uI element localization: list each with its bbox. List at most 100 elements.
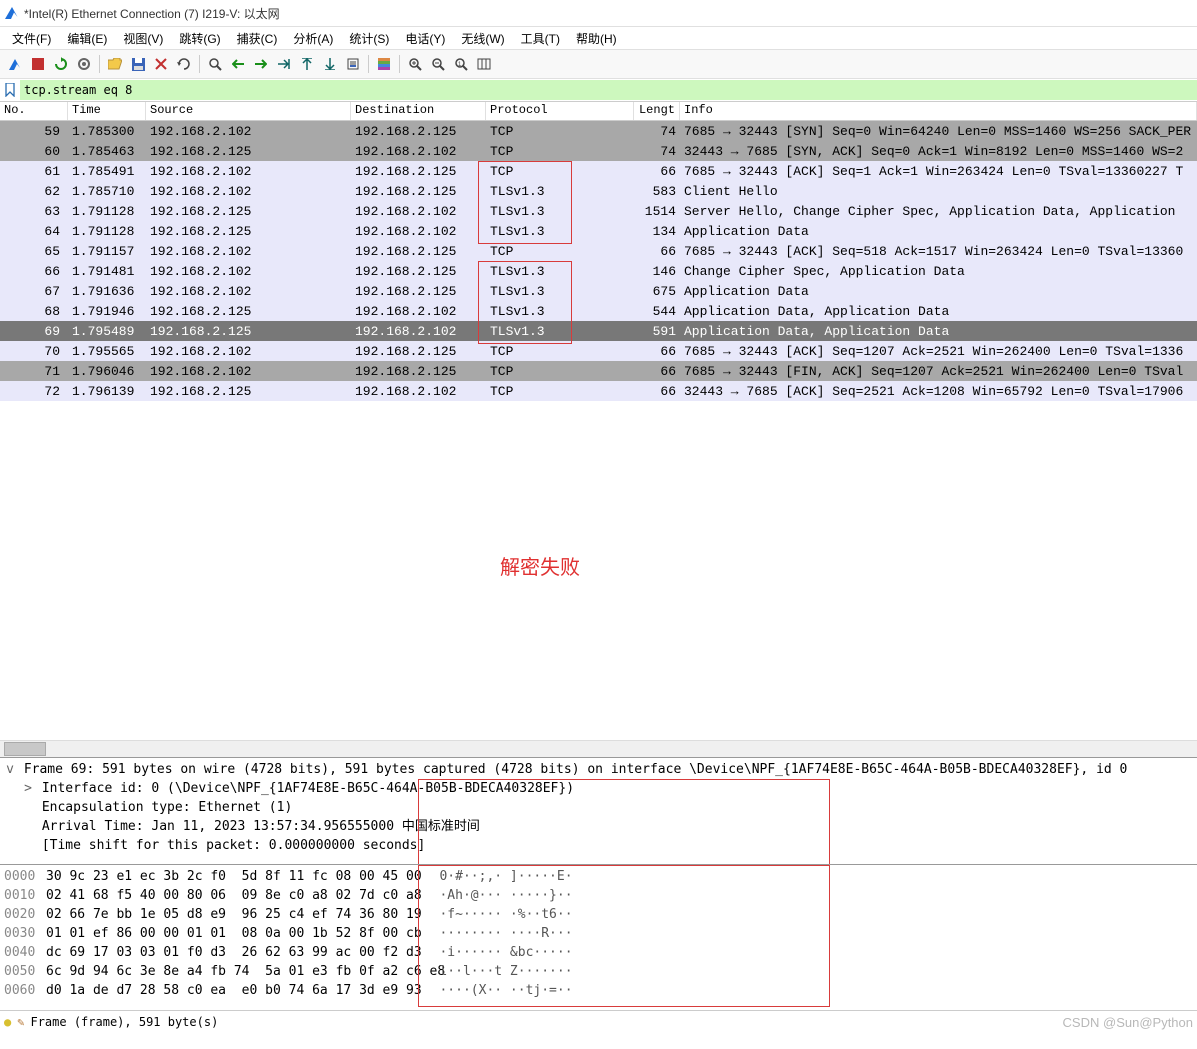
stop-capture-button[interactable] [27, 53, 49, 75]
goto-packet-button[interactable] [273, 53, 295, 75]
packet-row[interactable]: 711.796046192.168.2.102192.168.2.125TCP6… [0, 361, 1197, 381]
col-destination[interactable]: Destination [351, 102, 486, 120]
cell-time: 1.795565 [68, 344, 146, 359]
horizontal-scrollbar[interactable] [0, 740, 1197, 757]
app-icon [4, 5, 20, 21]
toolbar-separator [99, 55, 100, 73]
packet-row[interactable]: 661.791481192.168.2.102192.168.2.125TLSv… [0, 261, 1197, 281]
cell-no: 63 [0, 204, 68, 219]
packet-row[interactable]: 691.795489192.168.2.125192.168.2.102TLSv… [0, 321, 1197, 341]
cell-proto: TLSv1.3 [486, 264, 634, 279]
resize-columns-button[interactable] [473, 53, 495, 75]
status-text: Frame (frame), 591 byte(s) [30, 1015, 218, 1029]
colorize-button[interactable] [373, 53, 395, 75]
packet-row[interactable]: 681.791946192.168.2.125192.168.2.102TLSv… [0, 301, 1197, 321]
cell-info: 32443 → 7685 [SYN, ACK] Seq=0 Ack=1 Win=… [680, 144, 1197, 159]
cell-len: 134 [634, 224, 680, 239]
packet-row[interactable]: 641.791128192.168.2.125192.168.2.102TLSv… [0, 221, 1197, 241]
capture-options-button[interactable] [73, 53, 95, 75]
col-no[interactable]: No. [0, 102, 68, 120]
cell-info: Application Data [680, 284, 1197, 299]
menu-item[interactable]: 电话(Y) [397, 28, 453, 49]
close-file-button[interactable] [150, 53, 172, 75]
auto-scroll-button[interactable] [342, 53, 364, 75]
cell-dst: 192.168.2.125 [351, 164, 486, 179]
cell-info: 7685 → 32443 [ACK] Seq=518 Ack=1517 Win=… [680, 244, 1197, 259]
packet-row[interactable]: 651.791157192.168.2.102192.168.2.125TCP6… [0, 241, 1197, 261]
packet-row[interactable]: 721.796139192.168.2.125192.168.2.102TCP6… [0, 381, 1197, 401]
packet-row[interactable]: 621.785710192.168.2.102192.168.2.125TLSv… [0, 181, 1197, 201]
packet-row[interactable]: 601.785463192.168.2.125192.168.2.102TCP7… [0, 141, 1197, 161]
detail-line[interactable]: [Time shift for this packet: 0.000000000… [4, 836, 1193, 855]
save-file-button[interactable] [127, 53, 149, 75]
menu-item[interactable]: 跳转(G) [171, 28, 228, 49]
first-packet-button[interactable] [296, 53, 318, 75]
cell-src: 192.168.2.102 [146, 264, 351, 279]
packet-row[interactable]: 631.791128192.168.2.125192.168.2.102TLSv… [0, 201, 1197, 221]
hex-row[interactable]: 0040dc 69 17 03 03 01 f0 d3 26 62 63 99 … [4, 943, 1193, 962]
open-file-button[interactable] [104, 53, 126, 75]
packet-row[interactable]: 591.785300192.168.2.102192.168.2.125TCP7… [0, 121, 1197, 141]
next-packet-button[interactable] [250, 53, 272, 75]
cell-time: 1.791946 [68, 304, 146, 319]
cell-proto: TLSv1.3 [486, 304, 634, 319]
menu-item[interactable]: 无线(W) [453, 28, 512, 49]
hex-row[interactable]: 000030 9c 23 e1 ec 3b 2c f0 5d 8f 11 fc … [4, 867, 1193, 886]
hex-row[interactable]: 003001 01 ef 86 00 00 01 01 08 0a 00 1b … [4, 924, 1193, 943]
last-packet-button[interactable] [319, 53, 341, 75]
detail-line[interactable]: Arrival Time: Jan 11, 2023 13:57:34.9565… [4, 817, 1193, 836]
zoom-reset-button[interactable]: 1 [450, 53, 472, 75]
scrollbar-thumb[interactable] [4, 742, 46, 756]
expand-icon[interactable]: v [4, 760, 16, 779]
start-capture-button[interactable] [4, 53, 26, 75]
hex-bytes: 6c 9d 94 6c 3e 8e a4 fb 74 5a 01 e3 fb 0… [46, 962, 416, 981]
col-protocol[interactable]: Protocol [486, 102, 634, 120]
detail-line[interactable]: > Interface id: 0 (\Device\NPF_{1AF74E8E… [4, 779, 1193, 798]
cell-len: 1514 [634, 204, 680, 219]
menu-item[interactable]: 捕获(C) [229, 28, 286, 49]
menu-item[interactable]: 统计(S) [341, 28, 397, 49]
expert-info-icon[interactable]: ● [4, 1015, 11, 1029]
cell-len: 74 [634, 144, 680, 159]
col-time[interactable]: Time [68, 102, 146, 120]
cell-time: 1.785300 [68, 124, 146, 139]
cell-len: 675 [634, 284, 680, 299]
col-info[interactable]: Info [680, 102, 1197, 120]
edit-icon[interactable]: ✎ [17, 1015, 24, 1029]
bookmark-icon[interactable] [0, 83, 20, 97]
cell-len: 74 [634, 124, 680, 139]
reload-button[interactable] [173, 53, 195, 75]
packet-row[interactable]: 701.795565192.168.2.102192.168.2.125TCP6… [0, 341, 1197, 361]
menu-item[interactable]: 工具(T) [513, 28, 568, 49]
hex-row[interactable]: 001002 41 68 f5 40 00 80 06 09 8e c0 a8 … [4, 886, 1193, 905]
restart-capture-button[interactable] [50, 53, 72, 75]
menu-item[interactable]: 编辑(E) [59, 28, 115, 49]
hex-row[interactable]: 002002 66 7e bb 1e 05 d8 e9 96 25 c4 ef … [4, 905, 1193, 924]
menu-item[interactable]: 文件(F) [4, 28, 59, 49]
menu-item[interactable]: 视图(V) [115, 28, 171, 49]
packet-row[interactable]: 671.791636192.168.2.102192.168.2.125TLSv… [0, 281, 1197, 301]
cell-no: 70 [0, 344, 68, 359]
expand-icon[interactable]: > [22, 779, 34, 798]
packet-details-pane[interactable]: v Frame 69: 591 bytes on wire (4728 bits… [0, 757, 1197, 864]
menu-item[interactable]: 帮助(H) [568, 28, 625, 49]
display-filter-input[interactable] [20, 80, 1197, 100]
hex-row[interactable]: 00506c 9d 94 6c 3e 8e a4 fb 74 5a 01 e3 … [4, 962, 1193, 981]
cell-len: 544 [634, 304, 680, 319]
col-length[interactable]: Lengt [634, 102, 680, 120]
zoom-out-button[interactable] [427, 53, 449, 75]
prev-packet-button[interactable] [227, 53, 249, 75]
packet-list[interactable]: 解密失败 591.785300192.168.2.102192.168.2.12… [0, 121, 1197, 740]
cell-src: 192.168.2.125 [146, 144, 351, 159]
cell-no: 65 [0, 244, 68, 259]
zoom-in-button[interactable] [404, 53, 426, 75]
cell-time: 1.785463 [68, 144, 146, 159]
col-source[interactable]: Source [146, 102, 351, 120]
menu-item[interactable]: 分析(A) [285, 28, 341, 49]
hex-row[interactable]: 0060d0 1a de d7 28 58 c0 ea e0 b0 74 6a … [4, 981, 1193, 1000]
detail-line[interactable]: v Frame 69: 591 bytes on wire (4728 bits… [4, 760, 1193, 779]
detail-line[interactable]: Encapsulation type: Ethernet (1) [4, 798, 1193, 817]
packet-row[interactable]: 611.785491192.168.2.102192.168.2.125TCP6… [0, 161, 1197, 181]
packet-bytes-pane[interactable]: 000030 9c 23 e1 ec 3b 2c f0 5d 8f 11 fc … [0, 864, 1197, 1010]
find-button[interactable] [204, 53, 226, 75]
